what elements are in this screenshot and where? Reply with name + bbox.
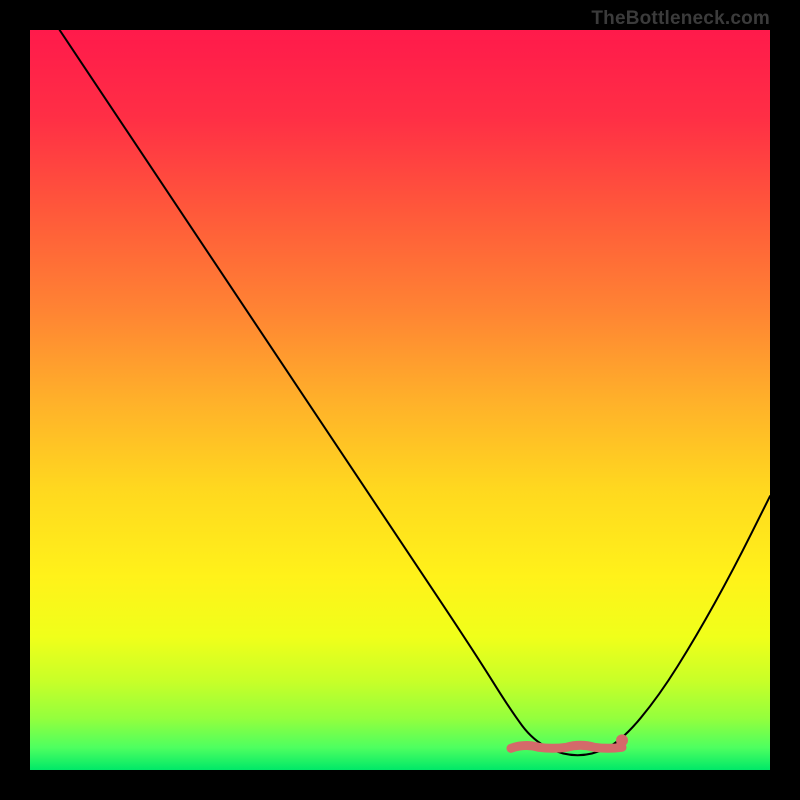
highlight-segment bbox=[511, 745, 622, 748]
watermark-text: TheBottleneck.com bbox=[591, 8, 770, 30]
bottleneck-curve bbox=[60, 30, 770, 755]
chart-frame: TheBottleneck.com bbox=[0, 0, 800, 800]
curve-layer bbox=[30, 30, 770, 770]
highlight-dot bbox=[616, 734, 628, 746]
plot-area bbox=[30, 30, 770, 770]
